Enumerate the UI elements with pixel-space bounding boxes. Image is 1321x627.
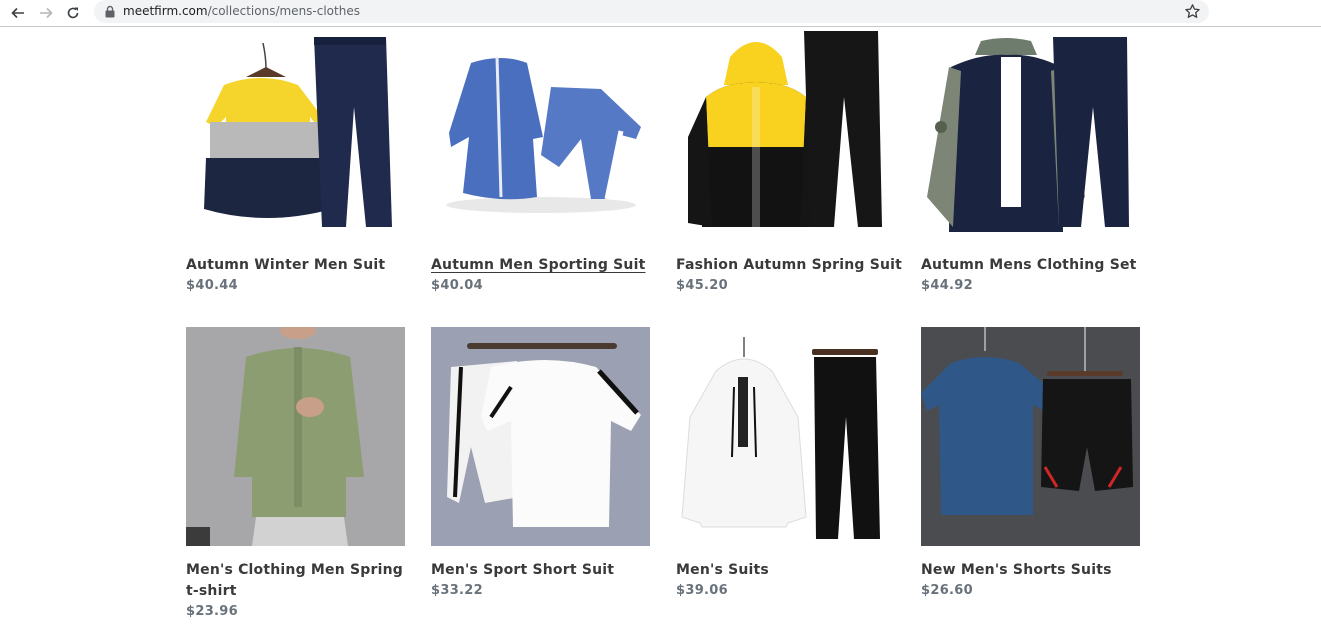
- green-shirt-model-illustration: [186, 327, 405, 546]
- reload-icon: [67, 7, 79, 19]
- product-price: $26.60: [921, 583, 973, 598]
- product-price: $39.06: [676, 583, 728, 598]
- product-image[interactable]: [676, 27, 895, 242]
- product-price: $23.96: [186, 604, 238, 619]
- product-price: $40.44: [186, 278, 238, 293]
- hooded-jacket-illustration: [688, 31, 882, 228]
- hoodie-joggers-illustration: [681, 337, 880, 539]
- product-price: $40.04: [431, 278, 483, 293]
- product-title[interactable]: Men's Suits: [676, 560, 906, 581]
- reload-button[interactable]: [63, 3, 83, 23]
- product-price: $45.20: [676, 278, 728, 293]
- url-path: /collections/mens-clothes: [207, 4, 360, 18]
- tracksuit-illustration: [446, 56, 641, 213]
- forward-button[interactable]: [36, 3, 56, 23]
- product-image[interactable]: [921, 27, 1140, 242]
- product-title[interactable]: New Men's Shorts Suits: [921, 560, 1151, 581]
- product-grid: Autumn Winter Men Suit $40.44 Autumn Men…: [0, 27, 1321, 627]
- arrow-left-icon: [11, 7, 24, 19]
- bookmark-star-icon[interactable]: [1184, 3, 1201, 20]
- product-title[interactable]: Autumn Winter Men Suit: [186, 255, 416, 276]
- url-text: meetfirm.com/collections/mens-clothes: [123, 4, 360, 18]
- browser-toolbar: meetfirm.com/collections/mens-clothes: [0, 0, 1321, 27]
- product-title[interactable]: Men's Clothing Men Spring t-shirt: [186, 560, 408, 602]
- url-host: meetfirm.com: [123, 4, 208, 18]
- product-title[interactable]: Men's Sport Short Suit: [431, 560, 661, 581]
- product-image[interactable]: [186, 27, 405, 242]
- product-title[interactable]: Autumn Men Sporting Suit: [431, 255, 661, 276]
- address-bar[interactable]: meetfirm.com/collections/mens-clothes: [94, 0, 1209, 23]
- arrow-right-icon: [40, 7, 53, 19]
- product-image[interactable]: [431, 327, 650, 546]
- product-price: $44.92: [921, 278, 973, 293]
- product-image[interactable]: [186, 327, 405, 546]
- sweater-pants-illustration: [204, 37, 392, 227]
- product-title[interactable]: Fashion Autumn Spring Suit: [676, 255, 906, 276]
- product-price: $33.22: [431, 583, 483, 598]
- product-image[interactable]: [921, 327, 1140, 546]
- product-image[interactable]: [431, 27, 650, 242]
- tshirt-shorts-illustration: [921, 327, 1140, 546]
- white-tshirt-shorts-illustration: [431, 327, 650, 546]
- lock-icon: [105, 5, 115, 18]
- camo-jacket-illustration: [927, 37, 1129, 232]
- product-title[interactable]: Autumn Mens Clothing Set: [921, 255, 1151, 276]
- back-button[interactable]: [8, 3, 28, 23]
- product-image[interactable]: [676, 327, 895, 546]
